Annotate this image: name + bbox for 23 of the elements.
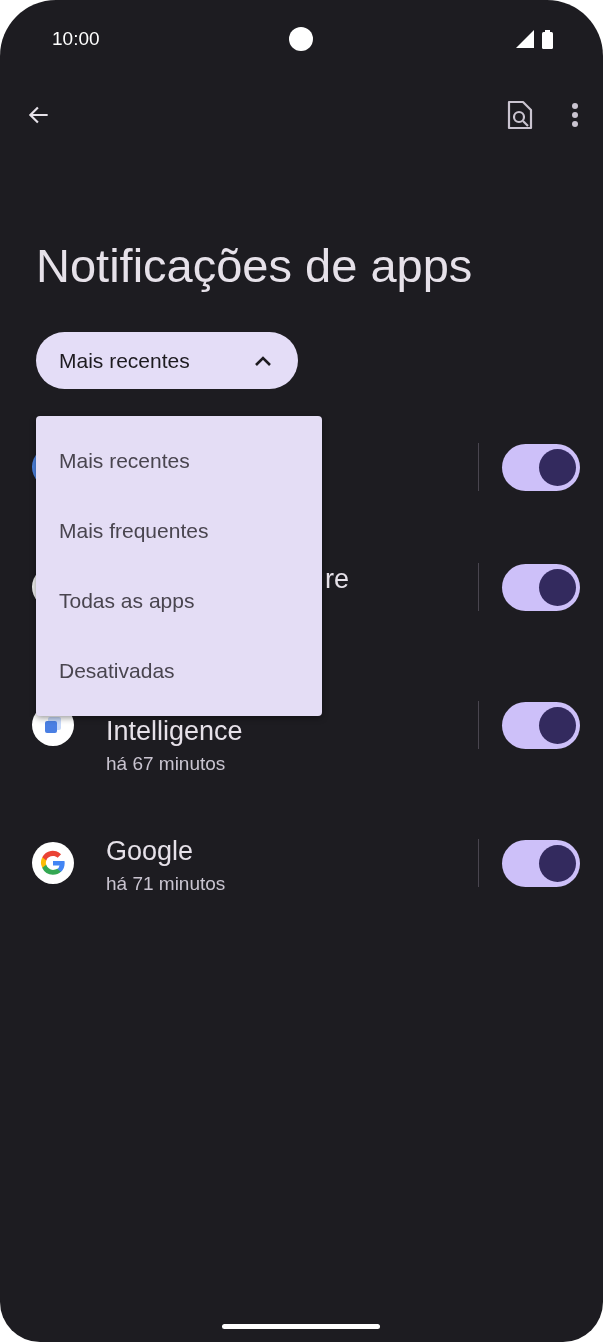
app-name: re: [325, 563, 350, 596]
document-search-icon: [507, 100, 533, 130]
menu-item[interactable]: Mais frequentes: [36, 496, 322, 566]
app-icon: [32, 842, 74, 884]
page-title: Notificações de apps: [36, 238, 474, 294]
app-name: Google: [106, 835, 195, 868]
menu-item[interactable]: Desativadas: [36, 636, 322, 706]
notification-toggle[interactable]: [502, 839, 580, 887]
notification-toggle[interactable]: [502, 563, 580, 611]
app-last-notification: há 71 minutos: [106, 872, 227, 896]
notification-toggle[interactable]: [502, 443, 580, 491]
more-options-icon: [571, 102, 579, 128]
menu-item[interactable]: Todas as apps: [36, 566, 322, 636]
app-name: Intelligence: [106, 715, 244, 748]
app-last-notification: há 67 minutos: [106, 752, 227, 776]
menu-item[interactable]: Mais recentes: [36, 426, 322, 496]
sort-dropdown[interactable]: Mais recentes: [36, 332, 298, 389]
battery-icon: [542, 29, 553, 49]
camera-cutout: [289, 27, 313, 51]
notification-toggle[interactable]: [502, 701, 580, 749]
signal-icon: [516, 30, 534, 48]
chevron-icon: [254, 354, 272, 367]
status-time: 10:00: [52, 28, 100, 50]
